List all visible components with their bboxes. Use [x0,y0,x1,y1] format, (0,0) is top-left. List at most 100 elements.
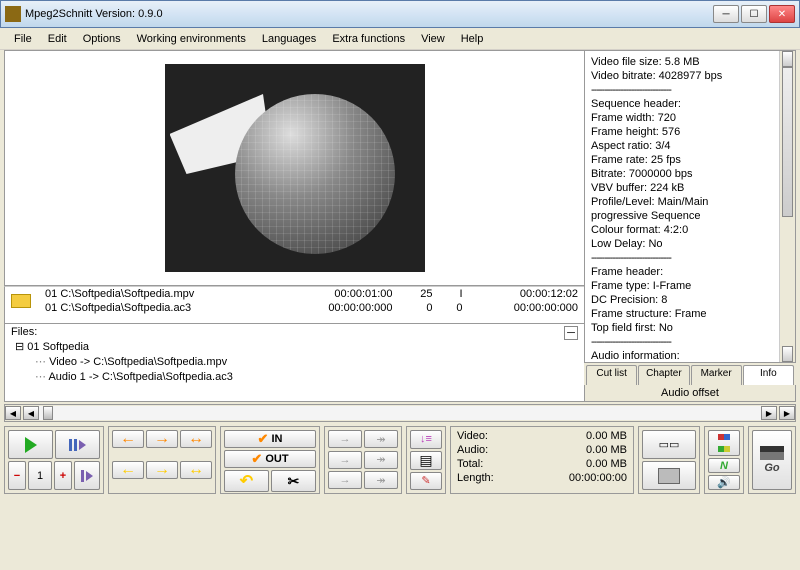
disabled-button: ↠ [364,471,398,489]
menu-edit[interactable]: Edit [40,31,75,47]
in-button[interactable]: ✔IN [224,430,316,448]
left-arrow-icon: ← [120,430,136,448]
list-icon: ▤ [419,452,432,469]
tools-icon: ✎ [421,474,430,487]
play-panel: − 1 + [4,426,104,494]
info-pane: Video file size: 5.8 MB Video bitrate: 4… [584,50,796,363]
clapper-icon [760,446,784,460]
stats-total-value: 0.00 MB [586,457,627,471]
menubar: File Edit Options Working environments L… [0,28,800,50]
maximize-button[interactable]: ☐ [741,5,767,23]
file-row[interactable]: 01 C:\Softpedia\Softpedia.mpv 00:00:01:0… [5,287,584,301]
stats-video-label: Video: [457,429,488,443]
menu-languages[interactable]: Languages [254,31,324,47]
frame-spin[interactable]: 1 [28,461,52,490]
scroll-right-icon[interactable]: ▶ [779,406,795,420]
prev-orange-button[interactable]: ← [112,430,144,448]
sort-panel: ↓≡ ▤ ✎ [406,426,446,494]
stats-video-value: 0.00 MB [586,429,627,443]
tools-button[interactable]: ✎ [410,472,442,491]
tab-info[interactable]: Info [743,365,794,385]
minimize-button[interactable]: ─ [713,5,739,23]
stats-audio-label: Audio: [457,443,488,457]
video-preview [4,50,584,286]
undo-button[interactable]: ↶ [224,470,269,492]
info-scrollbar[interactable] [779,51,795,362]
check-icon: ✔ [251,451,262,467]
menu-extra[interactable]: Extra functions [324,31,413,47]
collapse-button[interactable]: ─ [564,326,578,340]
nav-panel: ← → ↔ ← → ↔ [108,426,216,494]
left-arrow-icon: ← [120,461,136,479]
pause-step-button[interactable] [55,430,100,459]
disabled-button: → [328,451,362,469]
disabled-button: ↠ [364,451,398,469]
monitor-button[interactable] [642,461,696,490]
cut-button[interactable] [271,470,316,492]
double-yellow-button[interactable]: ↔ [180,461,212,479]
check-icon: ✔ [258,431,269,447]
next-orange-button[interactable]: → [146,430,178,448]
play-button[interactable] [8,430,53,459]
app-icon [5,6,21,22]
film-button[interactable]: ▭▭ [642,430,696,459]
sort-down-icon: ↓≡ [420,433,432,445]
tab-cutlist[interactable]: Cut list [586,365,637,385]
plus-button[interactable]: + [54,461,72,490]
menu-file[interactable]: File [6,31,40,47]
new-button[interactable]: N [708,458,740,473]
close-button[interactable]: ✕ [769,5,795,23]
next-yellow-button[interactable]: → [146,461,178,479]
sound-button[interactable]: 🔊 [708,475,740,490]
tab-marker[interactable]: Marker [691,365,742,385]
step-button[interactable] [74,461,100,490]
play-icon [25,437,37,453]
scroll-thumb[interactable] [43,406,53,420]
tab-chapter[interactable]: Chapter [638,365,689,385]
scroll-left2-icon[interactable]: ◀ [23,406,39,420]
tree-audio[interactable]: Audio 1 -> C:\Softpedia\Softpedia.ac3 [15,370,580,385]
files-label: Files: [11,326,37,340]
tree-video[interactable]: Video -> C:\Softpedia\Softpedia.mpv [15,355,580,370]
preview-frame [165,64,425,272]
stats-total-label: Total: [457,457,483,471]
menu-workenv[interactable]: Working environments [129,31,254,47]
disabled-button: ↠ [364,430,398,448]
inout-panel: ✔IN ✔OUT ↶ [220,426,320,494]
scroll-left-icon[interactable]: ◀ [5,406,21,420]
go-panel: Go [748,426,796,494]
grid-icon [718,431,730,455]
titlebar: Mpeg2Schnitt Version: 0.9.0 ─ ☐ ✕ [0,0,800,28]
go-button[interactable]: Go [752,430,792,490]
stats-length-value: 00:00:00:00 [569,471,627,485]
menu-view[interactable]: View [413,31,453,47]
out-button[interactable]: ✔OUT [224,450,316,468]
sort-down-button[interactable]: ↓≡ [410,430,442,449]
new-icon: N [720,460,728,472]
tabs: Cut list Chapter Marker Info [584,363,796,385]
double-orange-button[interactable]: ↔ [180,430,212,448]
double-arrow-icon: ↔ [188,430,204,448]
minus-button[interactable]: − [8,461,26,490]
prev-yellow-button[interactable]: ← [112,461,144,479]
menu-help[interactable]: Help [453,31,492,47]
disabled-button: → [328,430,362,448]
monitor-icon [658,468,680,484]
list-button[interactable]: ▤ [410,451,442,470]
audio-offset-label: Audio offset [584,385,796,402]
stats-panel: Video:0.00 MB Audio:0.00 MB Total:0.00 M… [450,426,634,494]
right-arrow-icon: → [154,461,170,479]
disabled-button: → [328,471,362,489]
timeline-scrollbar[interactable]: ◀ ◀ ▶ ▶ [4,404,796,422]
disabled-nav-panel: → ↠ → ↠ → ↠ [324,426,402,494]
tree-root[interactable]: 01 Softpedia [15,340,580,355]
scroll-right2-icon[interactable]: ▶ [761,406,777,420]
scissors-icon [288,473,300,490]
window-title: Mpeg2Schnitt Version: 0.9.0 [25,8,711,20]
file-rows: 01 C:\Softpedia\Softpedia.mpv 00:00:01:0… [4,286,584,324]
settings-button[interactable] [708,430,740,456]
output-panel: ▭▭ [638,426,700,494]
file-row[interactable]: 01 C:\Softpedia\Softpedia.ac3 00:00:00:0… [5,301,584,315]
menu-options[interactable]: Options [75,31,129,47]
right-arrow-icon: → [154,430,170,448]
